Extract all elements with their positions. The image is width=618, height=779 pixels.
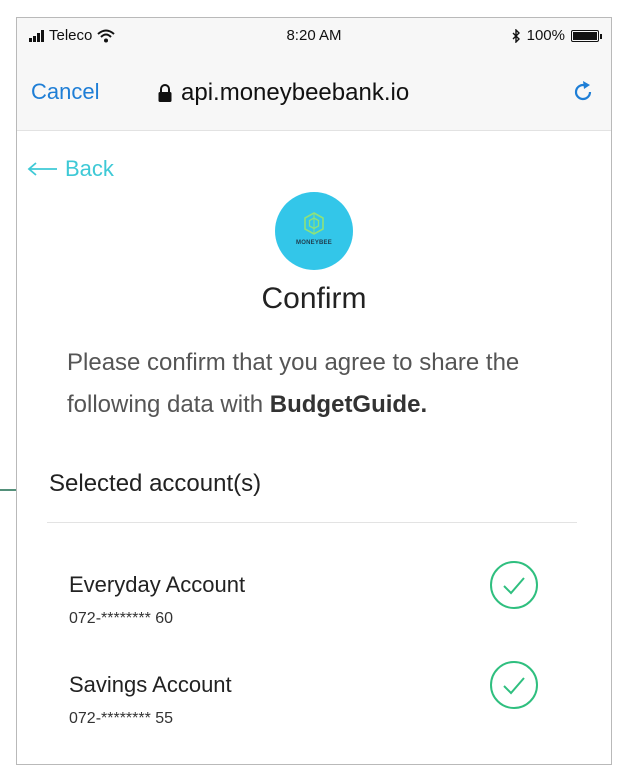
back-label: Back: [65, 156, 114, 181]
bluetooth-icon: [512, 28, 520, 43]
battery-icon: [571, 29, 602, 42]
account-item[interactable]: Everyday Account 072-******** 60: [69, 572, 549, 628]
phone-frame: Teleco 8:20 AM 100% Cancel api.moneybeeb…: [16, 17, 612, 765]
account-item[interactable]: Savings Account 072-******** 55: [69, 672, 549, 728]
account-name: Everyday Account: [69, 572, 246, 597]
check-circle-icon[interactable]: [489, 560, 539, 610]
consent-description: Please confirm that you agree to share t…: [67, 342, 577, 426]
status-bar: Teleco 8:20 AM 100%: [17, 18, 611, 54]
account-number: 072-******** 55: [69, 710, 174, 727]
back-arrow-icon: [27, 162, 57, 176]
account-number: 072-******** 60: [69, 610, 174, 627]
page-title: Confirm: [261, 282, 367, 315]
divider: [47, 522, 577, 523]
battery-fill: [573, 31, 597, 40]
hexagon-logo-icon: [304, 212, 324, 235]
status-right: 100%: [511, 27, 602, 44]
moneybee-logo: MONEYBEE: [275, 192, 353, 270]
url-text: api.moneybeebank.io: [181, 79, 410, 106]
consent-content: Back MONEYBEE Confirm Please confirm tha…: [17, 130, 611, 764]
lock-icon: [158, 84, 172, 102]
url-display: api.moneybeebank.io: [157, 79, 409, 107]
section-heading: Selected account(s): [49, 470, 262, 497]
account-name: Savings Account: [69, 672, 232, 697]
logo-text: MONEYBEE: [296, 240, 332, 246]
recipient-name: BudgetGuide.: [269, 391, 428, 418]
cancel-button[interactable]: Cancel: [31, 79, 99, 105]
battery-percent: 100%: [526, 27, 565, 44]
reload-icon[interactable]: [571, 80, 595, 104]
back-link[interactable]: Back: [27, 156, 114, 182]
check-circle-icon[interactable]: [489, 660, 539, 710]
browser-nav-bar: Cancel api.moneybeebank.io: [17, 54, 611, 131]
